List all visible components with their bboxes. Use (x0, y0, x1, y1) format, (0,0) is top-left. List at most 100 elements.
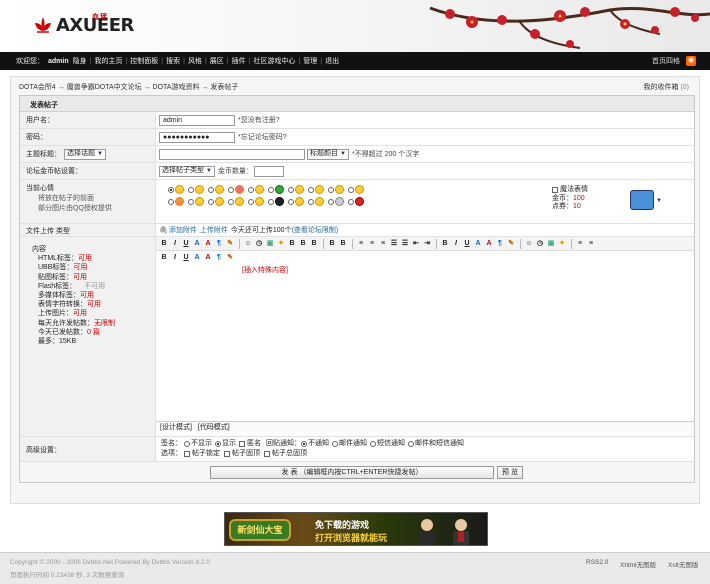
mood-option[interactable] (328, 197, 348, 206)
inbox-link[interactable]: 我的收件箱 (0) (643, 82, 689, 92)
nav-item-showcase[interactable]: 展区 (210, 56, 224, 66)
username-input[interactable]: admin (159, 114, 235, 126)
bold-icon[interactable]: B (338, 239, 348, 249)
signature-hide-radio[interactable] (184, 441, 190, 447)
mood-option[interactable] (288, 197, 308, 206)
magic-emoticon-checkbox[interactable] (552, 187, 558, 194)
mood-option[interactable] (228, 197, 248, 206)
mood-option[interactable] (208, 197, 228, 206)
mood-option[interactable] (188, 197, 208, 206)
preview-button[interactable]: 预 览 (497, 465, 523, 479)
mood-option[interactable] (248, 185, 268, 194)
unordered-list-icon[interactable]: ☰ (400, 239, 410, 249)
image-icon[interactable]: ▣ (546, 239, 556, 249)
global-pin-checkbox[interactable] (264, 451, 270, 457)
mood-option[interactable] (228, 185, 248, 194)
highlight-icon[interactable]: ¶ (214, 253, 224, 263)
game-banner-ad[interactable]: 新剑仙大宝 免下载的游戏 打开浏览器就能玩 (224, 512, 488, 546)
chevron-down-icon[interactable]: ▼ (656, 198, 662, 204)
code-mode-tab[interactable]: [代码模式] (198, 424, 230, 431)
nav-item-plugins[interactable]: 插件 (232, 56, 246, 66)
breadcrumb-item[interactable]: DOTA游戏资料 (153, 84, 200, 91)
nav-item-admin[interactable]: 管理 (303, 56, 317, 66)
post-type-select[interactable]: 选择帖子类型 ▼ (159, 165, 215, 177)
radio[interactable] (268, 186, 274, 193)
title-color-select[interactable]: 标题颜目 ▼ (307, 148, 349, 160)
lock-post-checkbox[interactable] (184, 451, 190, 457)
image-icon[interactable]: ▣ (265, 239, 275, 249)
subject-input[interactable] (159, 148, 305, 160)
italic-icon[interactable]: I (170, 253, 180, 263)
insert-special-content-link[interactable]: [插入特殊内容] (242, 265, 288, 275)
font-color-icon[interactable]: A (203, 239, 213, 249)
pen-icon[interactable]: ✎ (225, 239, 235, 249)
underline-icon[interactable]: U (462, 239, 472, 249)
register-hint-link[interactable]: *您没有注册? (238, 115, 280, 125)
coin-amount-input[interactable] (253, 165, 284, 177)
align-center-icon[interactable]: ≡ (586, 239, 596, 249)
nav-item-hide[interactable]: 隐身 (73, 56, 87, 66)
radio[interactable] (208, 198, 214, 205)
rss-link[interactable]: RSS2.0 (586, 559, 608, 566)
flash-icon[interactable]: ✦ (276, 239, 286, 249)
font-icon[interactable]: A (473, 239, 483, 249)
font-color-icon[interactable]: A (484, 239, 494, 249)
underline-icon[interactable]: U (181, 253, 191, 263)
mood-option[interactable] (308, 185, 328, 194)
align-left-icon[interactable]: ≡ (356, 239, 366, 249)
notify-sms-radio[interactable] (370, 441, 376, 447)
password-input[interactable]: ●●●●●●●●●●● (159, 131, 235, 143)
bold-icon[interactable]: B (440, 239, 450, 249)
nav-item-homepage[interactable]: 我的主页 (94, 56, 122, 66)
topic-select[interactable]: 选择话题 ▼ (64, 148, 106, 160)
radio[interactable] (228, 186, 234, 193)
mood-option[interactable] (208, 185, 228, 194)
breadcrumb-item[interactable]: 魔兽争霸DOTA中文论坛 (67, 84, 142, 91)
nav-item-control-panel[interactable]: 控制面板 (130, 56, 158, 66)
outdent-icon[interactable]: ⇤ (411, 239, 421, 249)
magic-emoticon-picker-icon[interactable] (630, 190, 654, 210)
radio[interactable] (328, 198, 334, 205)
current-user-link[interactable]: admin (48, 58, 69, 65)
highlight-icon[interactable]: ¶ (495, 239, 505, 249)
radio[interactable] (268, 198, 274, 205)
radio[interactable] (188, 198, 194, 205)
radio[interactable] (288, 186, 294, 193)
italic-icon[interactable]: I (170, 239, 180, 249)
clock-icon[interactable]: ◷ (535, 239, 545, 249)
nav-item-logout[interactable]: 退出 (325, 56, 339, 66)
bold-icon[interactable]: B (159, 253, 169, 263)
mood-option[interactable] (288, 185, 308, 194)
mood-option[interactable] (268, 197, 288, 206)
flash-icon[interactable]: ✦ (557, 239, 567, 249)
emoticon-icon[interactable]: ☺ (524, 239, 534, 249)
radio[interactable] (348, 198, 354, 205)
nav-item-style[interactable]: 风格 (188, 56, 202, 66)
site-logo[interactable]: AXUEER 血瑶 (32, 14, 134, 36)
submit-post-button[interactable]: 发 表 （编辑框内按CTRL+ENTER快捷发帖） (210, 465, 494, 479)
radio[interactable] (348, 186, 354, 193)
radio-selected[interactable] (168, 186, 174, 193)
mood-option[interactable] (348, 185, 368, 194)
forgot-password-link[interactable]: *忘记论坛密码? (238, 132, 287, 142)
forum-limit-link[interactable]: (查看论坛限制) (292, 225, 339, 235)
pin-post-checkbox[interactable] (224, 451, 230, 457)
mood-option[interactable] (168, 185, 188, 194)
pen-icon[interactable]: ✎ (225, 253, 235, 263)
mood-option[interactable] (328, 185, 348, 194)
mood-option[interactable] (268, 185, 288, 194)
align-left-icon[interactable]: ≡ (575, 239, 585, 249)
radio[interactable] (208, 186, 214, 193)
radio[interactable] (188, 186, 194, 193)
radio[interactable] (328, 186, 334, 193)
nav-item-game-center[interactable]: 社区游戏中心 (253, 56, 295, 66)
upload-attachment-link[interactable]: 上传附件 (200, 225, 228, 235)
font-icon[interactable]: A (192, 253, 202, 263)
signature-show-radio[interactable] (215, 441, 221, 447)
anonymous-checkbox[interactable] (239, 441, 245, 447)
clock-icon[interactable]: ◷ (254, 239, 264, 249)
radio[interactable] (308, 198, 314, 205)
underline-icon[interactable]: U (181, 239, 191, 249)
add-attachment-link[interactable]: 添加附件 (169, 225, 197, 235)
notify-email-sms-radio[interactable] (408, 441, 414, 447)
